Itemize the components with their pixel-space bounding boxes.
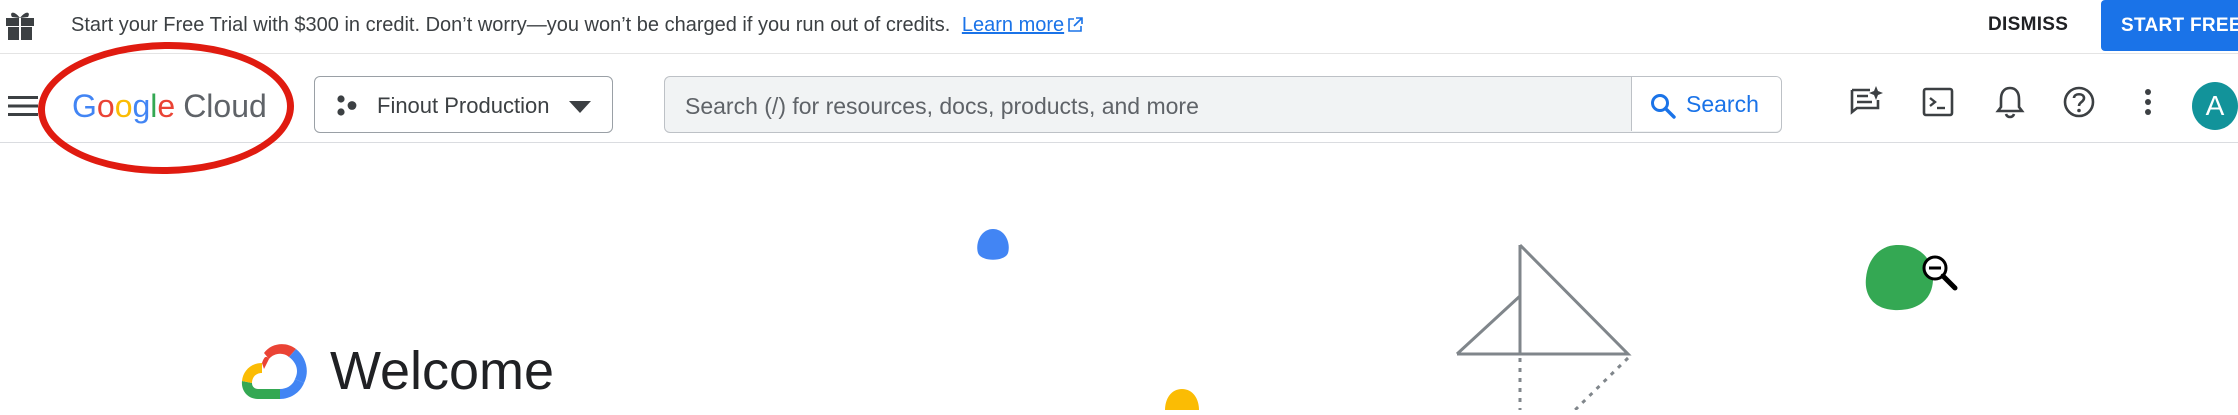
search-icon [1650,93,1676,124]
project-picker-button[interactable]: Finout Production [314,76,613,133]
google-cloud-icon [240,341,312,406]
gemini-chat-icon[interactable] [1848,84,1888,124]
zoom-out-cursor-icon [1921,254,1961,299]
avatar[interactable]: A [2192,82,2238,130]
search-input[interactable] [683,87,1287,125]
logo-product-name: Cloud [183,88,267,124]
search-button-label: Search [1686,91,1759,117]
logo-letter: G [72,88,97,124]
dismiss-button[interactable]: DISMISS [1988,14,2068,36]
google-cloud-logo[interactable]: Google Cloud [72,88,267,125]
decorative-blue-blob [975,227,1011,268]
learn-more-link[interactable]: Learn more [962,14,1083,36]
more-vert-icon[interactable] [2130,84,2170,124]
banner-message: Start your Free Trial with $300 in credi… [71,14,1083,39]
decorative-triangle-art [1455,240,1635,415]
project-name: Finout Production [377,93,550,118]
start-free-button[interactable]: START FREE [2101,0,2238,51]
cloud-shell-icon[interactable] [1920,84,1960,124]
logo-letter: o [96,88,115,124]
gift-icon [4,8,36,47]
decorative-yellow-blob [1163,389,1201,415]
page-title: Welcome [330,341,555,401]
banner-message-text: Start your Free Trial with $300 in credi… [71,14,951,36]
search-button[interactable]: Search [1631,77,1781,131]
logo-letter: o [114,88,133,124]
dropdown-icon [569,100,591,118]
external-link-icon [1067,16,1083,39]
search-bar: Search [664,76,1782,133]
menu-icon[interactable] [8,95,38,122]
notifications-icon[interactable] [1992,84,2032,124]
learn-more-label: Learn more [961,14,1065,36]
logo-letter: g [132,88,151,124]
help-icon[interactable] [2061,84,2101,124]
project-icon [335,95,359,122]
free-trial-banner: Start your Free Trial with $300 in credi… [0,0,2238,54]
logo-letter: e [157,88,176,124]
